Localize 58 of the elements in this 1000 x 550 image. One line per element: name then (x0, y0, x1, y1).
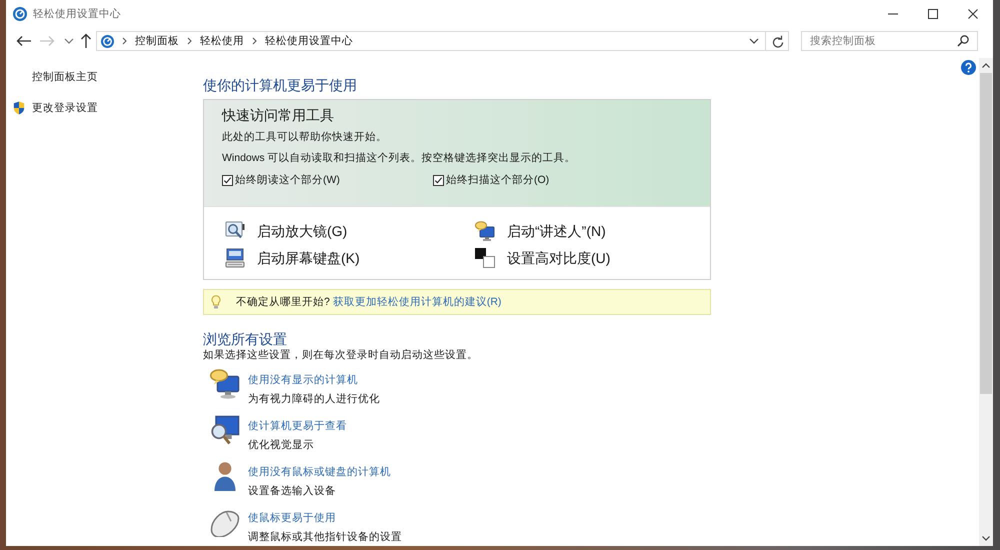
sidebar-link[interactable]: 更改登录设置 (13, 100, 98, 116)
address-bar[interactable]: 控制面板 轻松使用 轻松使用设置中心 (96, 31, 789, 51)
refresh-icon[interactable] (772, 34, 784, 48)
magnifier-monitor-icon (210, 415, 240, 445)
panel-title: 快速访问常用工具 (222, 106, 334, 124)
section-heading: 浏览所有设置 (203, 330, 287, 348)
search-field[interactable]: 搜索控制面板 (801, 31, 978, 51)
setting-link[interactable]: 使用没有显示的计算机 (248, 372, 358, 388)
section-heading: 使你的计算机更易于使用 (203, 76, 357, 94)
tip-link[interactable]: 获取更加轻松使用计算机的建议(R) (332, 295, 502, 309)
setting-description: 为有视力障碍的人进行优化 (248, 392, 380, 407)
tool-link[interactable]: 启动屏幕键盘(K) (225, 247, 360, 269)
tip-text: 不确定从哪里开始? (236, 295, 330, 309)
close-icon[interactable] (968, 9, 978, 19)
checkbox-label[interactable]: 始终扫描这个部分(O) (446, 172, 550, 188)
checkbox[interactable] (222, 174, 233, 186)
setting-link[interactable]: 使计算机更易于查看 (248, 418, 347, 434)
chevron-right-icon[interactable] (252, 37, 257, 45)
scroll-down-icon[interactable] (982, 536, 990, 541)
checkbox-label[interactable]: 始终朗读这个部分(W) (235, 172, 340, 188)
setting-link[interactable]: 使用没有鼠标或键盘的计算机 (248, 464, 391, 480)
keyboard-monitor-icon (225, 248, 245, 268)
minimize-icon[interactable] (888, 13, 898, 15)
up-arrow-icon[interactable] (80, 33, 92, 49)
dial-icon (101, 34, 114, 48)
panel-text: Windows 可以自动读取和扫描这个列表。按空格键选择突出显示的工具。 (222, 151, 576, 166)
setting-description: 设置备选输入设备 (248, 484, 336, 499)
panel-text: 此处的工具可以帮助你快速开始。 (222, 130, 387, 145)
chevron-down-icon[interactable] (749, 38, 759, 44)
dial-icon (13, 7, 27, 21)
checkbox[interactable] (433, 174, 444, 186)
chevron-right-icon[interactable] (187, 37, 192, 45)
section-description: 如果选择这些设置，则在每次登录时自动启动这些设置。 (203, 348, 478, 362)
caret-icon[interactable] (64, 38, 74, 44)
breadcrumb-link[interactable]: 控制面板 (135, 34, 179, 48)
setting-description: 调整鼠标或其他指针设备的设置 (248, 530, 402, 545)
help-icon[interactable] (961, 60, 976, 75)
lightbulb-icon (211, 295, 221, 309)
window-title: 轻松使用设置中心 (33, 7, 121, 21)
scroll-up-icon[interactable] (982, 63, 990, 68)
tool-link[interactable]: 设置高对比度(U) (475, 247, 610, 269)
scrollbar-track[interactable] (979, 58, 993, 546)
speech-monitor-icon (475, 221, 495, 241)
breadcrumb-link[interactable]: 轻松使用设置中心 (265, 34, 353, 48)
chevron-right-icon[interactable] (122, 37, 127, 45)
breadcrumb-link[interactable]: 轻松使用 (200, 34, 244, 48)
setting-link[interactable]: 使鼠标更易于使用 (248, 510, 336, 526)
tool-link[interactable]: 启动放大镜(G) (225, 220, 348, 242)
back-arrow-icon[interactable] (16, 35, 32, 47)
maximize-icon[interactable] (928, 9, 938, 19)
magnifier-monitor-icon (225, 221, 245, 241)
speech-monitor-icon (210, 369, 240, 399)
sidebar-link[interactable]: 控制面板主页 (32, 69, 98, 85)
scrollbar-thumb[interactable] (980, 73, 992, 394)
tool-link[interactable]: 启动“讲述人”(N) (475, 220, 606, 242)
shield-icon (13, 101, 25, 115)
setting-description: 优化视觉显示 (248, 438, 314, 453)
contrast-icon (475, 248, 495, 268)
